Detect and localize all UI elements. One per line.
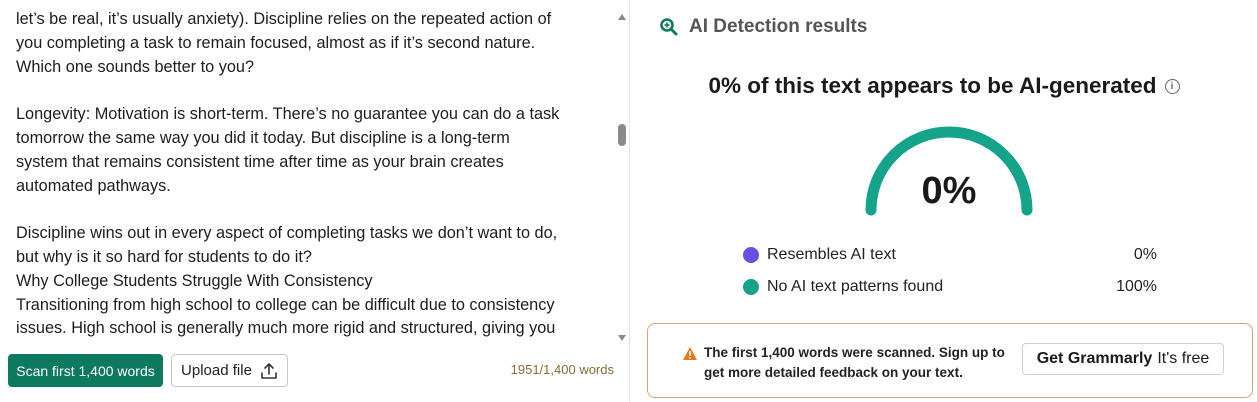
magnifier-icon <box>660 18 678 36</box>
scroll-thumb[interactable] <box>618 124 626 146</box>
editor-line: but why is it so hard for students to do… <box>16 247 312 266</box>
upload-file-button[interactable]: Upload file <box>171 354 288 387</box>
cta-rest: It's free <box>1157 350 1210 367</box>
editor-line: Transitioning from high school to colleg… <box>16 295 555 314</box>
info-icon[interactable]: i <box>1164 78 1180 94</box>
editor-line: Which one sounds better to you? <box>16 57 255 76</box>
human-dot-icon <box>743 279 759 295</box>
editor-line: you completing a task to remain focused,… <box>16 33 536 52</box>
editor-line: let’s be real, it’s usually anxiety). Di… <box>16 10 552 28</box>
cta-bold: Get Grammarly <box>1036 350 1153 367</box>
editor-line: Why College Students Struggle With Consi… <box>16 271 373 290</box>
editor-line: issues. High school is generally much mo… <box>16 319 556 338</box>
results-title: AI Detection results <box>689 16 868 37</box>
editor-line <box>16 198 606 222</box>
legend-ai: Resembles AI text 0% <box>743 243 1157 267</box>
upload-file-label: Upload file <box>181 362 252 379</box>
upload-icon <box>261 362 277 379</box>
legend-human: No AI text patterns found 100% <box>743 275 1157 299</box>
headline-text: 0% of this text appears to be AI-generat… <box>708 73 1157 98</box>
scan-limit-notice: The first 1,400 words were scanned. Sign… <box>647 323 1253 398</box>
legend-human-label: No AI text patterns found <box>767 278 944 295</box>
results-header: AI Detection results <box>659 16 867 38</box>
editor-line: system that remains consistent time afte… <box>16 152 504 171</box>
ai-dot-icon <box>743 247 759 263</box>
editor-panel: let’s be real, it’s usually anxiety). Di… <box>0 0 630 402</box>
scroll-up-arrow-icon[interactable] <box>618 14 626 20</box>
editor-line: Longevity: Motivation is short-term. The… <box>16 105 560 124</box>
scroll-down-arrow-icon[interactable] <box>618 335 626 341</box>
legend-human-value: 100% <box>1116 278 1157 295</box>
gauge-percent: 0% <box>921 170 977 212</box>
results-panel: AI Detection results 0% of this text app… <box>631 0 1257 402</box>
legend-ai-label: Resembles AI text <box>767 246 896 263</box>
get-grammarly-button[interactable]: Get Grammarly It's free <box>1022 343 1224 375</box>
warning-icon <box>683 347 697 360</box>
word-count: 1951/1,400 words <box>510 362 614 377</box>
editor-line <box>16 79 606 103</box>
editor-line: tomorrow the same way you did it today. … <box>16 128 510 147</box>
notice-text: The first 1,400 words were scanned. Sign… <box>704 345 1005 380</box>
editor-scrollbar[interactable] <box>614 10 630 342</box>
legend-ai-value: 0% <box>1133 246 1157 263</box>
editor-line: Discipline wins out in every aspect of c… <box>16 224 558 243</box>
editor-text-area[interactable]: let’s be real, it’s usually anxiety). Di… <box>16 8 606 342</box>
ai-percentage-headline: 0% of this text appears to be AI-generat… <box>631 73 1257 99</box>
editor-line: automated pathways. <box>16 176 171 195</box>
scan-button[interactable]: Scan first 1,400 words <box>8 354 163 387</box>
